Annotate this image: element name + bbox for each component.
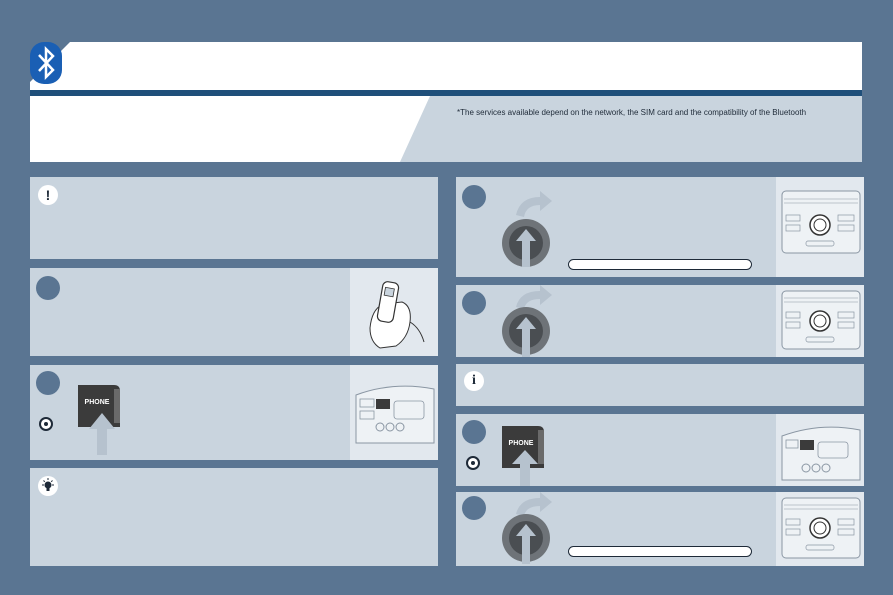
info-panel: i bbox=[456, 364, 864, 406]
step-number bbox=[462, 291, 486, 315]
warning-panel: ! bbox=[30, 177, 438, 259]
ignition-icon bbox=[39, 417, 53, 431]
step-number bbox=[36, 371, 60, 395]
bluetooth-icon bbox=[30, 42, 62, 84]
menu-selection-bar bbox=[568, 546, 752, 557]
radio-panel-icon bbox=[781, 426, 861, 481]
audio-panel-icon bbox=[781, 190, 861, 254]
step-number bbox=[462, 185, 486, 209]
rotary-knob-icon[interactable] bbox=[496, 185, 566, 275]
audio-panel-illustration bbox=[776, 285, 864, 357]
dashboard-phone-illustration bbox=[776, 414, 864, 486]
step-panel-phone-button: PHONE bbox=[30, 365, 438, 460]
footnote: *The services available depend on the ne… bbox=[457, 108, 807, 117]
dashboard-phone-illustration bbox=[350, 365, 438, 460]
page-header: *The services available depend on the ne… bbox=[30, 42, 862, 162]
info-icon: i bbox=[464, 371, 484, 391]
press-arrow-icon bbox=[89, 413, 115, 455]
header-shape bbox=[30, 42, 862, 162]
mobile-phone-illustration bbox=[350, 268, 438, 356]
hand-phone-icon bbox=[369, 281, 425, 349]
phone-button-label: PHONE bbox=[508, 440, 534, 447]
step-panel-knob-2 bbox=[456, 285, 864, 357]
step-number bbox=[462, 420, 486, 444]
step-panel-knob-3 bbox=[456, 492, 864, 566]
rotary-knob-icon[interactable] bbox=[496, 285, 566, 359]
step-panel-knob-1 bbox=[456, 177, 864, 277]
menu-selection-bar bbox=[568, 259, 752, 270]
audio-panel-icon bbox=[781, 290, 861, 350]
step-number bbox=[462, 496, 486, 520]
ignition-icon bbox=[466, 456, 480, 470]
phone-button-label: PHONE bbox=[84, 399, 110, 406]
press-arrow-icon bbox=[512, 450, 538, 486]
audio-panel-illustration bbox=[776, 177, 864, 277]
lightbulb-icon bbox=[38, 476, 58, 496]
step-number bbox=[36, 276, 60, 300]
tip-panel bbox=[30, 468, 438, 566]
audio-panel-illustration bbox=[776, 492, 864, 566]
audio-panel-icon bbox=[781, 497, 861, 559]
step-panel-phone bbox=[30, 268, 438, 356]
rotary-knob-icon[interactable] bbox=[496, 492, 566, 566]
radio-panel-icon bbox=[355, 385, 435, 444]
warning-icon: ! bbox=[38, 185, 58, 205]
step-panel-phone-button-2: PHONE bbox=[456, 414, 864, 486]
